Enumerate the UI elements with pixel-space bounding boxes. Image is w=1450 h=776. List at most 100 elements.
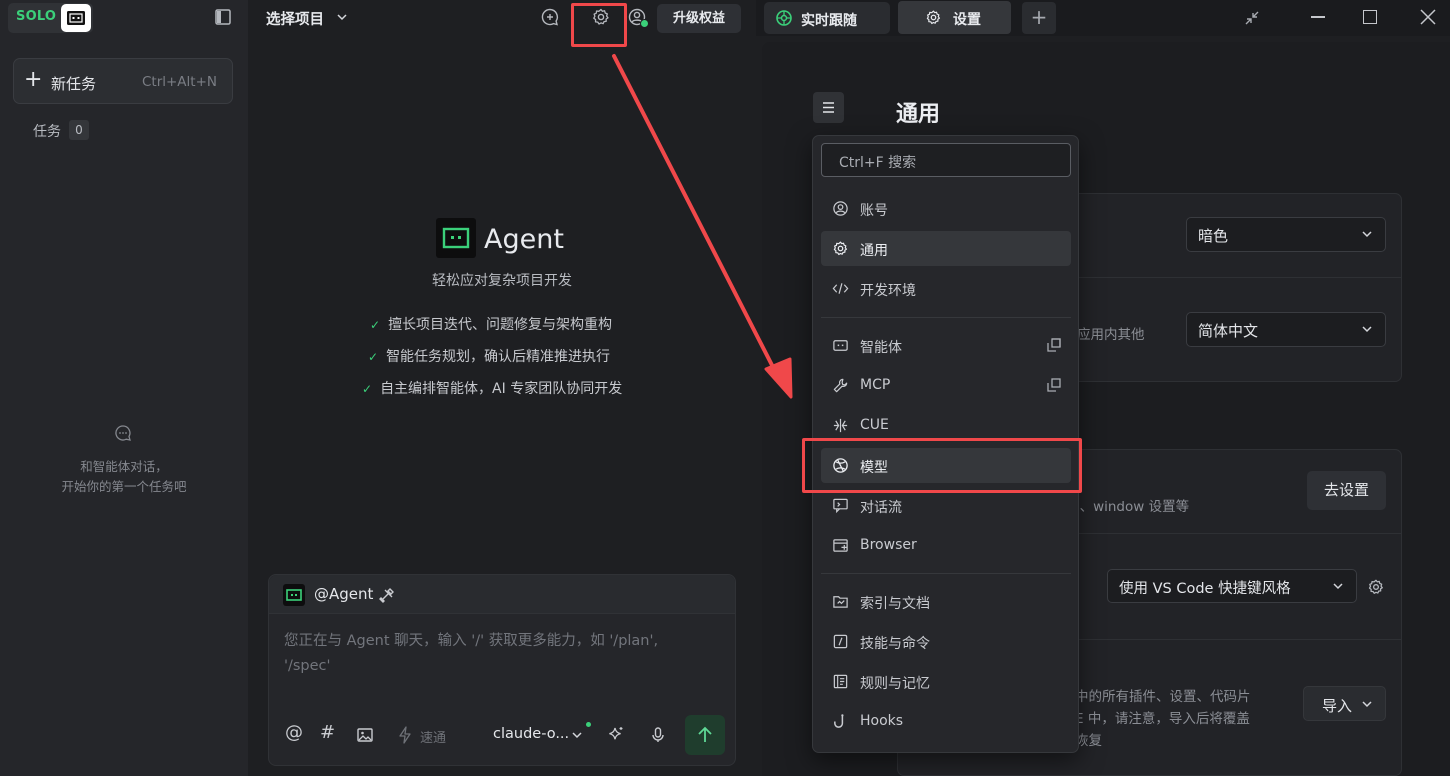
- feature-item: ✓ 擅长项目迭代、问题修复与架构重构: [370, 314, 612, 334]
- plus-icon: +: [24, 67, 43, 92]
- microphone-icon[interactable]: [649, 726, 667, 744]
- agent-mention[interactable]: @Agent: [314, 585, 373, 603]
- arrow-up-icon: [698, 726, 712, 742]
- check-icon: ✓: [370, 318, 381, 332]
- collapse-icon[interactable]: [1243, 9, 1261, 27]
- logo-robot-icon: [61, 4, 91, 32]
- index-icon: [833, 596, 848, 608]
- maximize-icon[interactable]: [1363, 10, 1377, 24]
- menu-item-mcp[interactable]: MCP: [821, 368, 1071, 403]
- import-description: 中的所有插件、设置、代码片 E 中，请注意，导入后将覆盖 恢复: [1075, 686, 1295, 752]
- model-selector[interactable]: claude-o...: [493, 726, 569, 742]
- menu-item-label: 索引与文档: [860, 596, 930, 612]
- mention-button[interactable]: @: [285, 722, 303, 743]
- menu-item-index-docs[interactable]: 索引与文档: [821, 584, 1071, 619]
- upgrade-button[interactable]: 升级权益: [657, 4, 741, 33]
- image-icon[interactable]: [356, 726, 374, 744]
- chevron-down-icon[interactable]: [571, 731, 583, 739]
- agent-subtitle: 轻松应对复杂项目开发: [432, 273, 572, 289]
- sidebar-toggle-icon[interactable]: [213, 8, 233, 26]
- cue-icon: [833, 418, 848, 433]
- tools-icon[interactable]: [379, 587, 395, 603]
- new-task-label: 新任务: [51, 75, 97, 93]
- import-desc-line1: 中的所有插件、设置、代码片: [1075, 689, 1251, 705]
- keymap-select[interactable]: 使用 VS Code 快捷键风格: [1107, 569, 1357, 603]
- theme-select-value: 暗色: [1198, 227, 1229, 245]
- chat-flow-icon: [833, 498, 848, 514]
- external-window-icon[interactable]: [1046, 377, 1062, 393]
- menu-item-label: Browser: [860, 537, 917, 553]
- menu-item-label: 对话流: [860, 500, 902, 516]
- gear-icon[interactable]: [1367, 578, 1385, 596]
- menu-item-agents[interactable]: 智能体: [821, 328, 1071, 363]
- feature-item: ✓ 智能任务规划，确认后精准推进执行: [368, 346, 610, 366]
- menu-item-hooks[interactable]: Hooks: [821, 704, 1071, 739]
- chevron-down-icon[interactable]: [336, 12, 348, 22]
- check-icon: ✓: [362, 382, 373, 396]
- menu-item-general[interactable]: 通用: [821, 231, 1071, 266]
- window-settings-description: p、window 设置等: [1071, 499, 1190, 515]
- menu-item-chat-flow[interactable]: 对话流: [821, 488, 1071, 523]
- import-button[interactable]: 导入: [1303, 686, 1386, 721]
- composer-placeholder[interactable]: 您正在与 Agent 聊天，输入 '/' 获取更多能力，如 '/plan', '…: [284, 629, 724, 679]
- feature-item: ✓ 自主编排智能体，AI 专家团队协同开发: [362, 378, 622, 398]
- settings-highlight-box: [571, 3, 627, 47]
- gear-icon: [833, 241, 848, 256]
- minimize-icon[interactable]: [1311, 16, 1325, 18]
- sparkle-icon[interactable]: [606, 725, 626, 745]
- language-select-value: 简体中文: [1198, 322, 1259, 340]
- chat-composer[interactable]: @Agent 您正在与 Agent 聊天，输入 '/' 获取更多能力，如 '/p…: [268, 574, 736, 766]
- tab-live-label: 实时跟随: [801, 13, 857, 29]
- tasks-count-badge: 0: [69, 120, 89, 140]
- live-follow-icon: [776, 10, 792, 26]
- keymap-select-value: 使用 VS Code 快捷键风格: [1119, 581, 1291, 597]
- hooks-icon: [834, 714, 844, 728]
- skills-icon: [833, 634, 848, 649]
- language-description: 应用内其他: [1077, 327, 1145, 343]
- project-selector[interactable]: 选择项目: [266, 8, 324, 29]
- model-status-dot: [586, 722, 591, 727]
- context-button[interactable]: #: [320, 722, 335, 743]
- logo-text: SOLO: [16, 9, 57, 24]
- chevron-down-icon: [1362, 231, 1372, 238]
- tab-live-follow[interactable]: 实时跟随: [764, 2, 890, 34]
- menu-divider: [821, 317, 1071, 318]
- settings-search-input[interactable]: Ctrl+F 搜索: [821, 143, 1071, 177]
- sidebar: [0, 0, 248, 776]
- chevron-down-icon: [1333, 583, 1343, 590]
- menu-item-account[interactable]: 账号: [821, 191, 1071, 226]
- chevron-down-icon: [1362, 701, 1372, 708]
- external-window-icon[interactable]: [1046, 337, 1062, 353]
- menu-item-label: CUE: [860, 417, 889, 433]
- menu-item-label: 通用: [860, 243, 888, 259]
- chevron-down-icon: [1362, 326, 1372, 333]
- empty-state-line1: 和智能体对话，: [80, 459, 168, 474]
- menu-item-rules[interactable]: 规则与记忆: [821, 664, 1071, 699]
- import-desc-line2: E 中，请注意，导入后将覆盖: [1075, 711, 1250, 727]
- hamburger-icon: [823, 102, 834, 113]
- language-select[interactable]: 简体中文: [1186, 312, 1386, 347]
- new-task-button[interactable]: + 新任务 Ctrl+Alt+N: [13, 58, 233, 104]
- add-tab-button[interactable]: +: [1022, 2, 1056, 34]
- speed-mode-label[interactable]: 速通: [420, 727, 446, 746]
- goto-settings-button[interactable]: 去设置: [1307, 471, 1386, 510]
- menu-toggle-button[interactable]: [813, 92, 844, 123]
- theme-select[interactable]: 暗色: [1186, 217, 1386, 252]
- menu-item-browser[interactable]: Browser: [821, 528, 1071, 563]
- search-placeholder: Ctrl+F 搜索: [839, 155, 917, 171]
- new-chat-icon[interactable]: [540, 7, 560, 27]
- placeholder-line1: 您正在与 Agent 聊天，输入 '/' 获取更多能力，如 '/plan',: [284, 633, 659, 649]
- menu-item-skills[interactable]: 技能与命令: [821, 624, 1071, 659]
- agent-title: Agent: [484, 224, 564, 255]
- agent-icon: [833, 340, 848, 351]
- menu-item-label: Hooks: [860, 713, 904, 729]
- new-task-shortcut: Ctrl+Alt+N: [141, 74, 217, 90]
- close-icon[interactable]: [1419, 8, 1437, 26]
- send-button[interactable]: [685, 715, 725, 755]
- import-desc-line3: 恢复: [1075, 733, 1102, 749]
- menu-item-dev-env[interactable]: 开发环境: [821, 271, 1071, 306]
- menu-divider: [821, 573, 1071, 574]
- tasks-section-label: 任务: [33, 124, 61, 140]
- tab-settings[interactable]: 设置: [898, 1, 1011, 34]
- lightning-icon[interactable]: [397, 726, 413, 744]
